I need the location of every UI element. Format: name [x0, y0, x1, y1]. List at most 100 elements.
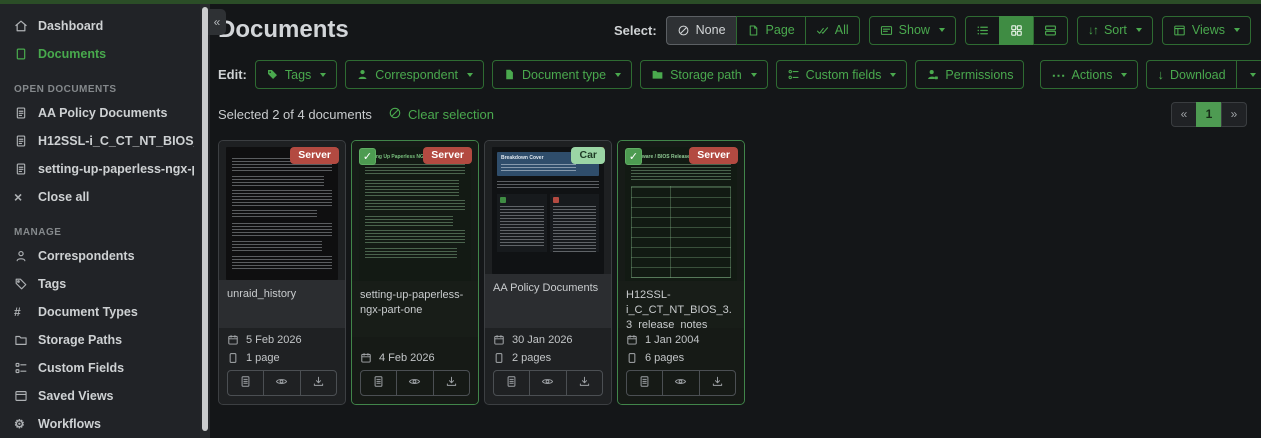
- document-title[interactable]: setting-up-paperless-ngx-part-one: [352, 281, 478, 337]
- dropdown-caret-icon: [939, 28, 945, 32]
- preview-document-button[interactable]: [396, 370, 433, 396]
- download-button[interactable]: ↓ Download: [1146, 60, 1236, 89]
- sort-dropdown-button[interactable]: ↓↑ Sort: [1077, 16, 1153, 45]
- document-card: Server unraid_history 5 Feb 2026 1 page: [218, 140, 346, 405]
- tag-badge[interactable]: Car: [571, 147, 605, 164]
- card-actions: [493, 370, 603, 396]
- view-details-button[interactable]: [1033, 16, 1068, 45]
- edit-storage-path-label: Storage path: [670, 68, 742, 82]
- tag-badge[interactable]: Server: [423, 147, 472, 164]
- pagination-prev-button[interactable]: «: [1171, 102, 1197, 127]
- document-card-footer: 4 Feb 2026: [352, 337, 478, 404]
- document-title[interactable]: unraid_history: [219, 280, 345, 328]
- pagination-next-button[interactable]: »: [1221, 102, 1247, 127]
- sidebar-open-doc-aa-policy[interactable]: AA Policy Documents: [14, 99, 194, 127]
- edit-tags-button[interactable]: Tags: [255, 60, 337, 89]
- sidebar-scrollbar-track: [200, 4, 210, 438]
- dropdown-caret-icon: [1121, 73, 1127, 77]
- card-text-icon: [880, 24, 893, 37]
- sidebar-item-label: Document Types: [38, 305, 138, 319]
- download-document-button[interactable]: [433, 370, 470, 396]
- show-dropdown-button[interactable]: Show: [869, 16, 956, 45]
- edit-document-type-button[interactable]: Document type: [492, 60, 632, 89]
- pagination-page-1[interactable]: 1: [1196, 102, 1222, 127]
- view-list-button[interactable]: [965, 16, 1000, 45]
- page-icon: [626, 352, 638, 364]
- download-document-button[interactable]: [300, 370, 337, 396]
- selected-checkbox[interactable]: ✓: [359, 148, 376, 165]
- download-document-button[interactable]: [699, 370, 736, 396]
- page-icon: [493, 352, 505, 364]
- selected-checkbox[interactable]: ✓: [625, 148, 642, 165]
- file-fill-icon: [503, 68, 516, 81]
- document-title[interactable]: H12SSL-i_C_CT_NT_BIOS_3.3_release_notes: [618, 281, 744, 328]
- sidebar-collapse-button[interactable]: «: [208, 9, 226, 35]
- document-grid: Server unraid_history 5 Feb 2026 1 page: [218, 140, 1251, 405]
- sidebar-item-label: H12SSL-i_C_CT_NT_BIOS_3.3_rele...: [38, 134, 194, 148]
- sidebar-item-dashboard[interactable]: Dashboard: [14, 12, 194, 40]
- sidebar-item-custom-fields[interactable]: Custom Fields: [14, 354, 194, 382]
- sidebar-item-documents[interactable]: Documents: [14, 40, 194, 68]
- document-thumbnail[interactable]: Server: [219, 141, 345, 280]
- sidebar-close-all[interactable]: × Close all: [14, 183, 194, 211]
- download-options-button[interactable]: [1236, 60, 1261, 89]
- sidebar-item-document-types[interactable]: # Document Types: [14, 298, 194, 326]
- header-row: Documents Select: None Page: [218, 14, 1251, 46]
- date-text: 4 Feb 2026: [379, 352, 435, 364]
- select-none-label: None: [696, 23, 726, 37]
- file-text-icon: [14, 162, 28, 176]
- file-text-icon: [239, 375, 252, 391]
- sidebar-open-doc-setting-up[interactable]: setting-up-paperless-ngx-part-one: [14, 155, 194, 183]
- actions-dropdown-button[interactable]: ⋯ Actions: [1040, 60, 1138, 89]
- clear-selection-link[interactable]: Clear selection: [388, 106, 494, 123]
- edit-tags-label: Tags: [285, 68, 311, 82]
- select-page-button[interactable]: Page: [736, 16, 806, 45]
- preview-document-button[interactable]: [662, 370, 699, 396]
- preview-document-button[interactable]: [529, 370, 566, 396]
- sidebar-scrollbar-thumb[interactable]: [202, 7, 208, 431]
- sidebar-item-tags[interactable]: Tags: [14, 270, 194, 298]
- download-document-button[interactable]: [566, 370, 603, 396]
- open-document-button[interactable]: [626, 370, 663, 396]
- document-thumbnail[interactable]: Setting Up Paperless NGX (Part One) ✓ Se…: [352, 141, 478, 281]
- sidebar-open-doc-h12ssl[interactable]: H12SSL-i_C_CT_NT_BIOS_3.3_rele...: [14, 127, 194, 155]
- pages-text: 1 page: [246, 352, 280, 364]
- sidebar-item-saved-views[interactable]: Saved Views: [14, 382, 194, 410]
- select-all-button[interactable]: All: [805, 16, 860, 45]
- open-document-button[interactable]: [227, 370, 264, 396]
- select-none-button[interactable]: None: [666, 16, 737, 45]
- sidebar-item-workflows[interactable]: ⚙ Workflows: [14, 410, 194, 438]
- open-document-button[interactable]: [493, 370, 530, 396]
- document-thumbnail[interactable]: Firmware / BIOS Release Notes Form ✓ Ser…: [618, 141, 744, 281]
- slash-circle-icon: [388, 106, 402, 123]
- edit-custom-fields-label: Custom fields: [806, 68, 882, 82]
- sort-arrows-icon: ↓↑: [1088, 23, 1098, 37]
- document-card-footer: 5 Feb 2026 1 page: [219, 328, 345, 404]
- document-date: 5 Feb 2026: [227, 334, 337, 346]
- sidebar-item-correspondents[interactable]: Correspondents: [14, 242, 194, 270]
- edit-storage-path-button[interactable]: Storage path: [640, 60, 768, 89]
- edit-correspondent-button[interactable]: Correspondent: [345, 60, 484, 89]
- dropdown-caret-icon: [751, 73, 757, 77]
- open-document-button[interactable]: [360, 370, 397, 396]
- views-dropdown-button[interactable]: Views: [1162, 16, 1251, 45]
- edit-correspondent-label: Correspondent: [375, 68, 458, 82]
- tag-badge[interactable]: Server: [689, 147, 738, 164]
- sidebar-item-storage-paths[interactable]: Storage Paths: [14, 326, 194, 354]
- sidebar-item-label: setting-up-paperless-ngx-part-one: [38, 162, 194, 176]
- document-thumbnail[interactable]: Breakdown Cover Car: [485, 141, 611, 274]
- thumbnail-page: Setting Up Paperless NGX (Part One): [359, 147, 471, 281]
- card-actions: [626, 370, 736, 396]
- edit-permissions-button[interactable]: Permissions: [915, 60, 1024, 89]
- manage-heading: MANAGE: [14, 227, 194, 238]
- dropdown-caret-icon: [890, 73, 896, 77]
- document-card-footer: 30 Jan 2026 2 pages: [485, 328, 611, 404]
- view-grid-button[interactable]: [999, 16, 1034, 45]
- thumbnail-page: [226, 147, 338, 280]
- document-title[interactable]: AA Policy Documents: [485, 274, 611, 328]
- edit-custom-fields-button[interactable]: Custom fields: [776, 60, 908, 89]
- views-window-icon: [1173, 24, 1186, 37]
- tag-badge[interactable]: Server: [290, 147, 339, 164]
- status-row: Selected 2 of 4 documents Clear selectio…: [218, 102, 1251, 126]
- preview-document-button[interactable]: [263, 370, 300, 396]
